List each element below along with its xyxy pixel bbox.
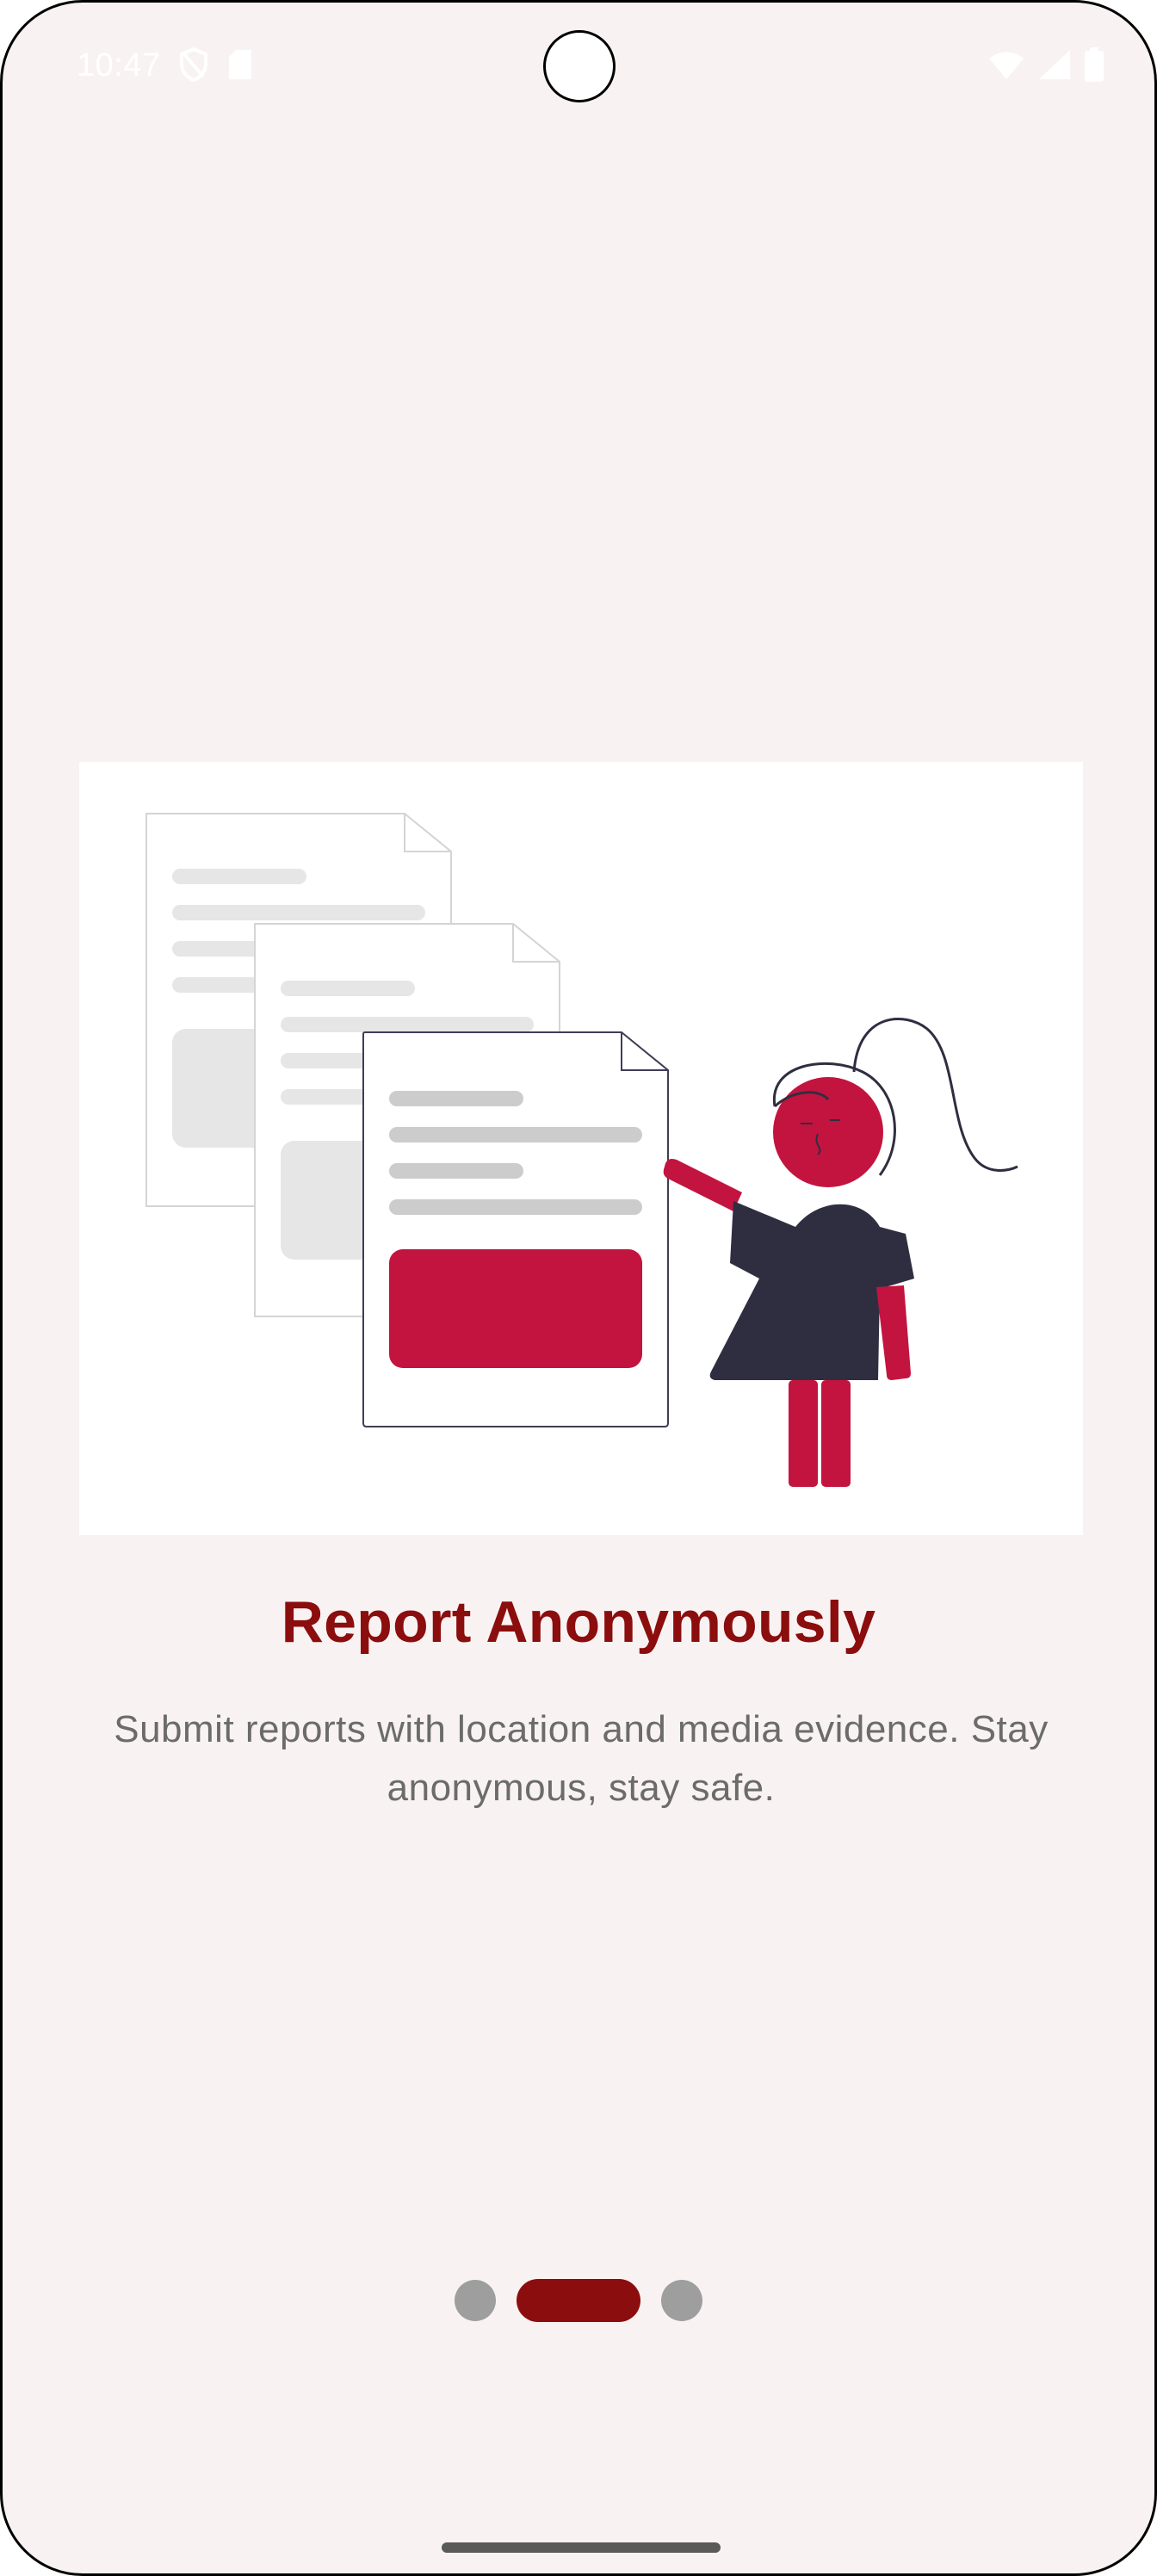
status-time: 10:47 — [77, 47, 161, 84]
shield-icon — [179, 46, 208, 86]
signal-icon — [1037, 48, 1072, 85]
onboarding-title: Report Anonymously — [281, 1589, 876, 1655]
woman-figure — [663, 1018, 1018, 1487]
page-dot-1[interactable] — [455, 2280, 496, 2321]
page-dot-3[interactable] — [661, 2280, 702, 2321]
battery-icon — [1084, 47, 1104, 86]
status-bar: 10:47 — [3, 3, 1154, 132]
wifi-icon — [987, 48, 1025, 85]
camera-cutout — [543, 30, 616, 102]
documents-illustration — [145, 813, 1018, 1487]
home-indicator[interactable] — [442, 2542, 721, 2553]
status-right-icons — [987, 47, 1104, 86]
sd-card-icon — [227, 48, 253, 85]
phone-screen: 10:47 Report Anonymously Submit reports … — [0, 0, 1157, 2576]
onboarding-illustration — [79, 762, 1083, 1535]
page-dot-2-active[interactable] — [517, 2279, 640, 2322]
page-indicator — [3, 2279, 1154, 2322]
status-left-icons — [179, 46, 253, 86]
onboarding-description: Submit reports with location and media e… — [114, 1708, 1049, 1809]
